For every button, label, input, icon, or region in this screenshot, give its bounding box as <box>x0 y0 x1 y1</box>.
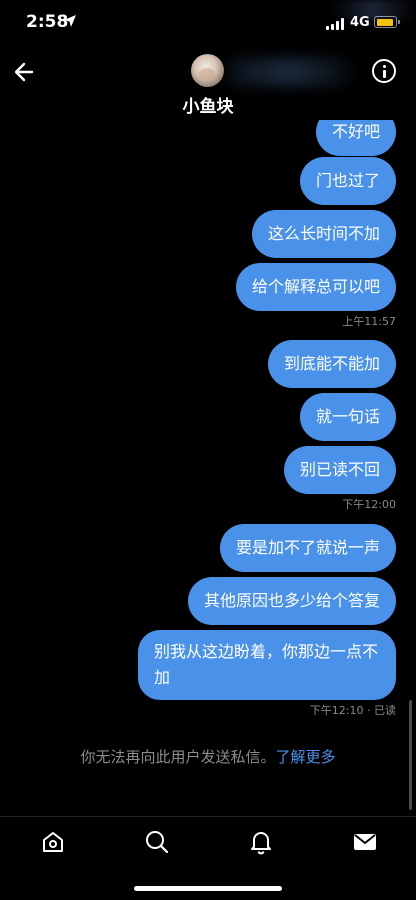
message-bubble[interactable]: 别已读不回 <box>283 446 396 494</box>
blurred-region <box>330 0 416 20</box>
back-button[interactable] <box>10 58 40 86</box>
message-bubble[interactable]: 不好吧 <box>315 120 396 156</box>
search-icon[interactable] <box>144 829 170 855</box>
battery-icon <box>374 16 400 28</box>
message-timestamp: 上午11:57 <box>342 315 396 328</box>
message-bubble[interactable]: 给个解释总可以吧 <box>235 263 396 311</box>
bell-icon[interactable] <box>248 829 274 855</box>
network-type: 4G <box>350 15 370 30</box>
dm-conversation-screen: 2:58 4G 小鱼块 不好吧 门也过了 这么长时间不加 给个解释总可以吧 上午… <box>0 0 416 900</box>
message-list[interactable]: 不好吧 门也过了 这么长时间不加 给个解释总可以吧 上午11:57 到底能不能加… <box>0 120 416 720</box>
message-bubble[interactable]: 要是加不了就说一声 <box>219 524 396 572</box>
message-timestamp-read: 下午12:10 · 已读 <box>309 704 396 717</box>
status-time: 2:58 <box>26 12 69 32</box>
avatar[interactable] <box>191 54 224 87</box>
message-bubble[interactable]: 就一句话 <box>299 393 396 441</box>
info-icon <box>382 65 386 68</box>
home-indicator[interactable] <box>134 886 282 891</box>
cannot-message-notice: 你无法再向此用户发送私信。了解更多 <box>0 746 416 767</box>
message-bubble[interactable]: 其他原因也多少给个答复 <box>187 577 396 625</box>
username[interactable]: 小鱼块 <box>150 92 266 117</box>
cellular-signal-icon <box>326 18 344 30</box>
message-bubble[interactable]: 到底能不能加 <box>267 340 396 388</box>
message-timestamp: 下午12:00 <box>342 498 396 511</box>
location-arrow-icon <box>64 15 76 27</box>
home-icon[interactable] <box>40 829 66 855</box>
message-bubble[interactable]: 这么长时间不加 <box>251 210 396 258</box>
status-bar: 2:58 4G <box>0 0 416 50</box>
message-bubble[interactable]: 别我从这边盼着，你那边一点不加 <box>138 630 396 700</box>
message-bubble[interactable]: 门也过了 <box>299 157 396 205</box>
blurred-region <box>228 58 348 86</box>
learn-more-link[interactable]: 了解更多 <box>276 748 336 766</box>
scroll-indicator <box>409 700 412 810</box>
notice-text: 你无法再向此用户发送私信。 <box>80 748 276 766</box>
info-button[interactable] <box>372 59 396 83</box>
conversation-header: 小鱼块 <box>0 50 416 120</box>
mail-icon[interactable] <box>352 829 378 855</box>
